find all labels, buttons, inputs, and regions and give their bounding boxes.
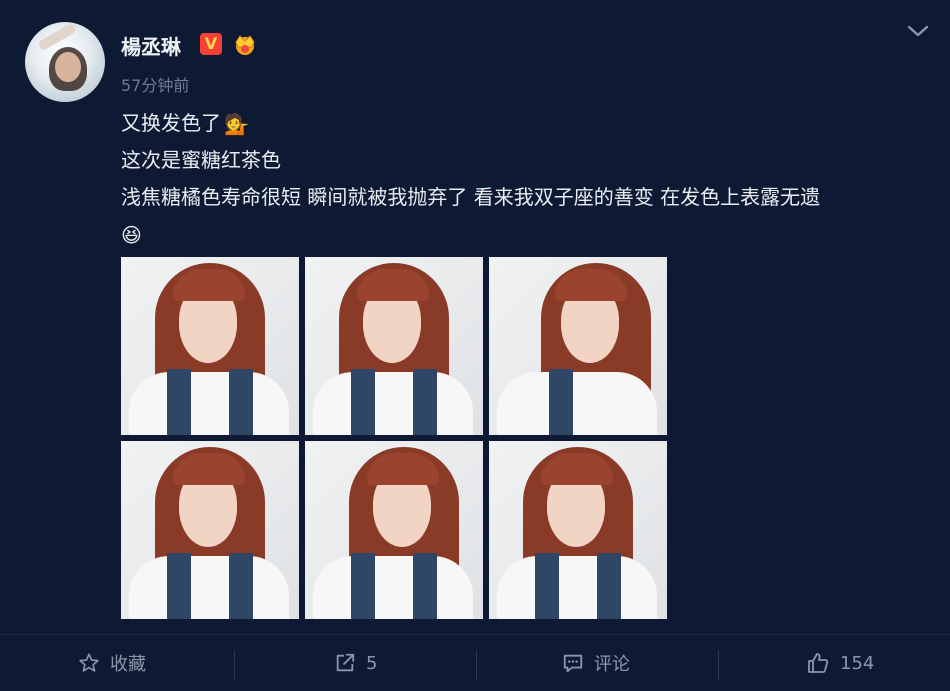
post-body: 又换发色了 💁 这次是蜜糖红茶色 浅焦糖橘色寿命很短 瞬间就被我抛弃了 看来我双子… (121, 105, 820, 253)
photo-thumbnail-3[interactable] (489, 257, 667, 435)
laughing-emoji-icon: 😆 (121, 223, 142, 247)
post-timestamp[interactable]: 57分钟前 (121, 72, 189, 96)
like-count: 154 (840, 652, 875, 674)
chevron-down-icon[interactable] (906, 22, 930, 40)
author-name[interactable]: 楊丞琳 (121, 31, 181, 60)
crown-badge-icon (235, 35, 255, 55)
comment-label: 评论 (594, 654, 630, 675)
like-button[interactable]: 154 (806, 635, 874, 691)
photo-thumbnail-4[interactable] (121, 441, 299, 619)
author-avatar[interactable] (25, 22, 105, 102)
star-icon (79, 653, 99, 672)
photo-thumbnail-2[interactable] (305, 257, 483, 435)
comment-icon (563, 654, 583, 673)
photo-thumbnail-5[interactable] (305, 441, 483, 619)
person-tipping-hand-emoji-icon: 💁 (224, 112, 249, 136)
photo-thumbnail-1[interactable] (121, 257, 299, 435)
action-separator (718, 650, 719, 680)
post-line-2: 这次是蜜糖红茶色 (121, 148, 281, 172)
verified-badge-icon: V (200, 33, 222, 55)
post-line-3: 浅焦糖橘色寿命很短 瞬间就被我抛弃了 看来我双子座的善变 在发色上表露无遗 (121, 185, 821, 209)
repost-button[interactable]: 5 (334, 635, 377, 691)
avatar-face (55, 52, 81, 82)
thumbs-up-icon (808, 653, 829, 673)
share-icon (336, 653, 355, 672)
post-line-1: 又换发色了 💁 (121, 105, 820, 142)
post-line-4: 😆 (121, 216, 820, 253)
photo-thumbnail-6[interactable] (489, 441, 667, 619)
favorite-label: 收藏 (110, 654, 146, 675)
action-separator (234, 650, 235, 680)
comment-button[interactable]: 评论 (562, 635, 630, 691)
favorite-button[interactable]: 收藏 (78, 635, 146, 691)
action-separator (476, 650, 477, 680)
action-bar: 收藏 5 评论 154 (0, 635, 950, 691)
repost-count: 5 (366, 652, 378, 674)
